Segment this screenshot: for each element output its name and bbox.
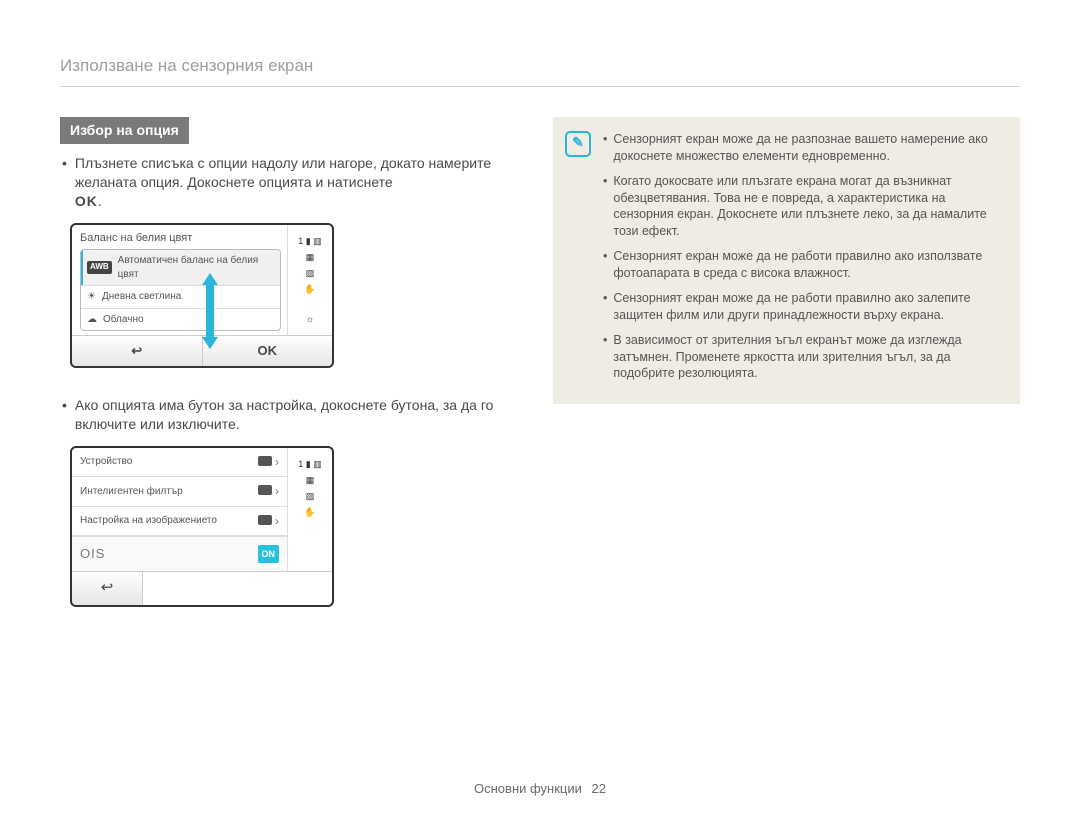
settings-row-filter-label: Интелигентен филтър <box>80 485 183 499</box>
instruction-1: • Плъзнете списъка с опции надолу или на… <box>60 154 527 211</box>
wb-title: Баланс на белия цвят <box>80 231 281 246</box>
note-item: •В зависимост от зрителния ъгъл екранът … <box>603 332 1004 383</box>
bullet-dot-icon: • <box>603 131 607 165</box>
settings-row-device[interactable]: Устройство › <box>72 448 287 478</box>
note-item: •Сензорният екран може да не работи прав… <box>603 248 1004 282</box>
wb-option-daylight-label: Дневна светлина <box>102 290 181 304</box>
note-text: Сензорният екран може да не работи прави… <box>613 248 1004 282</box>
page-number: 22 <box>592 781 606 796</box>
instruction-2-text: Ако опцията има бутон за настройка, доко… <box>75 396 527 434</box>
note-item: •Сензорният екран може да не работи прав… <box>603 290 1004 324</box>
status-num: 1 ▮ ▥ <box>292 235 328 247</box>
ois-label: OIS <box>80 545 105 563</box>
settings-row-value: › <box>258 454 279 471</box>
brightness-icon: ☼ <box>292 313 328 325</box>
wb-option-cloudy-label: Облачно <box>103 313 144 327</box>
wb-option-daylight[interactable]: ☀ Дневна светлина <box>81 286 280 309</box>
page-title: Използване на сензорния екран <box>60 55 1020 87</box>
bullet-dot-icon: • <box>603 332 607 383</box>
awb-badge-icon: AWB <box>87 261 112 274</box>
cloud-icon: ☁ <box>87 313 97 327</box>
note-item: •Когато докосвате или плъзгате екрана мо… <box>603 173 1004 241</box>
settings-row-value: › <box>258 513 279 530</box>
status-icon-3: ✋ <box>292 506 328 518</box>
info-note: ✎ •Сензорният екран може да не разпознае… <box>553 117 1020 404</box>
thumb-icon <box>258 515 272 525</box>
settings-row-image-label: Настройка на изображението <box>80 514 217 528</box>
footer-section: Основни функции <box>474 781 582 796</box>
status-icon-2: ▨ <box>292 267 328 279</box>
bullet-dot-icon: • <box>62 154 67 211</box>
status-icon-1: ▦ <box>292 251 328 263</box>
thumb-icon <box>258 456 272 466</box>
back-button[interactable]: ↩ <box>72 336 203 366</box>
chevron-right-icon: › <box>275 455 279 469</box>
settings-row-filter[interactable]: Интелигентен филтър › <box>72 477 287 507</box>
note-item: •Сензорният екран може да не разпознае в… <box>603 131 1004 165</box>
bullet-dot-icon: • <box>62 396 67 434</box>
status-icon-2: ▨ <box>292 490 328 502</box>
status-icon-1: ▦ <box>292 474 328 486</box>
note-text: В зависимост от зрителния ъгъл екранът м… <box>613 332 1004 383</box>
sun-icon: ☀ <box>87 290 96 304</box>
thumb-icon <box>258 485 272 495</box>
wb-option-cloudy[interactable]: ☁ Облачно <box>81 309 280 331</box>
back-button[interactable]: ↩ <box>72 572 143 604</box>
wb-option-auto-label: Автоматичен баланс на белия цвят <box>118 254 274 281</box>
section-badge: Избор на опция <box>60 117 189 144</box>
white-balance-screen: Баланс на белия цвят AWB Автоматичен бал… <box>70 223 334 368</box>
instruction-2: • Ако опцията има бутон за настройка, до… <box>60 396 527 434</box>
ok-label: OK <box>75 193 98 209</box>
status-num: 1 ▮ ▥ <box>292 458 328 470</box>
status-panel: 1 ▮ ▥ ▦ ▨ ✋ ☼ <box>287 225 332 336</box>
settings-row-image[interactable]: Настройка на изображението › <box>72 507 287 537</box>
note-text: Когато докосвате или плъзгате екрана мог… <box>613 173 1004 241</box>
chevron-right-icon: › <box>275 514 279 528</box>
settings-row-device-label: Устройство <box>80 455 132 469</box>
note-text: Сензорният екран може да не работи прави… <box>613 290 1004 324</box>
chevron-right-icon: › <box>275 484 279 498</box>
bullet-dot-icon: • <box>603 248 607 282</box>
settings-row-ois[interactable]: OIS ON <box>72 536 287 571</box>
bullet-dot-icon: • <box>603 173 607 241</box>
info-icon: ✎ <box>565 131 591 157</box>
settings-screen: Устройство › Интелигентен филтър › Настр… <box>70 446 334 607</box>
status-icon-3: ✋ <box>292 283 328 295</box>
wb-option-auto[interactable]: AWB Автоматичен баланс на белия цвят <box>81 250 280 286</box>
ok-button[interactable]: OK <box>203 336 333 366</box>
wb-option-list[interactable]: AWB Автоматичен баланс на белия цвят ☀ Д… <box>80 249 281 331</box>
settings-row-value: › <box>258 483 279 500</box>
instruction-1-text: Плъзнете списъка с опции надолу или наго… <box>75 155 491 190</box>
ois-toggle[interactable]: ON <box>258 545 280 563</box>
status-panel: 1 ▮ ▥ ▦ ▨ ✋ <box>287 448 332 572</box>
note-text: Сензорният екран може да не разпознае ва… <box>613 131 1004 165</box>
bullet-dot-icon: • <box>603 290 607 324</box>
page-footer: Основни функции 22 <box>0 780 1080 798</box>
